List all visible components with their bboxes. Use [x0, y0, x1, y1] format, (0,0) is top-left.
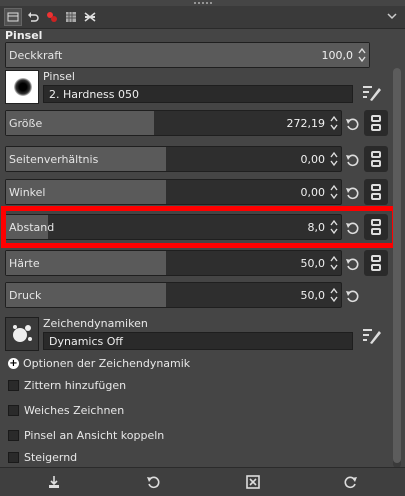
grip-dots-icon [193, 1, 213, 5]
dynamics-name-field[interactable]: Dynamics Off [43, 332, 353, 350]
aspect-value: 0,00 [300, 153, 326, 166]
opacity-slider[interactable]: Deckkraft 100,0 [5, 42, 370, 68]
save-options-icon[interactable] [44, 472, 64, 492]
reset-options-icon[interactable] [341, 472, 361, 492]
edit-dynamics-icon[interactable] [361, 325, 383, 347]
lock-view-label: Pinsel an Ansicht koppeln [24, 428, 165, 442]
angle-chain-icon[interactable] [364, 179, 388, 205]
force-spin-icon[interactable] [329, 285, 339, 305]
dynamics-preview-icon[interactable] [5, 317, 39, 351]
jitter-checkbox-box [8, 379, 19, 391]
size-value: 272,19 [286, 117, 326, 130]
hardness-spin-icon[interactable] [329, 253, 339, 273]
tab-menu-icon[interactable] [385, 9, 399, 23]
opacity-label: Deckkraft [9, 49, 63, 62]
hardness-slider[interactable]: Härte 50,0 [5, 250, 342, 276]
aspect-spin-icon[interactable] [329, 149, 339, 169]
incremental-label: Steigernd [24, 450, 78, 464]
size-chain-icon[interactable] [364, 110, 388, 136]
brushes-tab-icon[interactable] [43, 8, 61, 26]
patterns-tab-icon[interactable] [62, 8, 80, 26]
dynamics-options-expander[interactable]: + Optionen der Zeichendynamik [8, 355, 190, 371]
hardness-chain-icon[interactable] [364, 250, 388, 276]
tool-options-tab-icon[interactable] [4, 8, 22, 26]
dock-tab-bar [0, 6, 405, 29]
incremental-checkbox-box [8, 451, 19, 463]
smooth-checkbox[interactable]: Weiches Zeichnen [8, 402, 124, 418]
aspect-chain-icon[interactable] [364, 146, 388, 172]
dynamics-selector: Zeichendynamiken Dynamics Off [5, 315, 370, 355]
force-value: 50,0 [300, 289, 326, 302]
force-label: Druck [9, 289, 42, 302]
brush-selector: Pinsel 2. Hardness 050 [5, 68, 370, 108]
scrollbar-thumb[interactable] [393, 68, 401, 463]
hardness-value: 50,0 [300, 257, 326, 270]
angle-label: Winkel [9, 186, 46, 199]
opacity-spin-icon[interactable] [357, 45, 367, 65]
edit-brush-icon[interactable] [361, 82, 383, 104]
aspect-label: Seitenverhältnis [9, 153, 99, 166]
delete-options-icon[interactable] [243, 472, 263, 492]
angle-value: 0,00 [300, 186, 326, 199]
hardness-reset-icon[interactable] [343, 255, 361, 273]
force-reset-icon[interactable] [343, 287, 361, 305]
incremental-checkbox[interactable]: Steigernd [8, 449, 77, 465]
spacing-highlight-box [1, 206, 397, 248]
aspect-slider[interactable]: Seitenverhältnis 0,00 [5, 146, 342, 172]
dynamics-options-label: Optionen der Zeichendynamik [23, 356, 191, 370]
smooth-label: Weiches Zeichnen [24, 403, 125, 417]
restore-options-icon[interactable] [143, 472, 163, 492]
footer-toolbar [0, 467, 405, 496]
opacity-value: 100,0 [321, 49, 354, 62]
panel-title: Pinsel [5, 29, 43, 42]
size-reset-icon[interactable] [343, 115, 361, 133]
undo-history-tab-icon[interactable] [24, 8, 42, 26]
dynamics-label: Zeichendynamiken [43, 317, 148, 330]
angle-reset-icon[interactable] [343, 184, 361, 202]
lock-view-checkbox[interactable]: Pinsel an Ansicht koppeln [8, 427, 164, 443]
lock-view-checkbox-box [8, 429, 19, 441]
brush-name-field[interactable]: 2. Hardness 050 [43, 85, 353, 103]
vertical-scrollbar[interactable] [393, 68, 401, 468]
brush-preview[interactable] [5, 70, 39, 104]
jitter-label: Zittern hinzufügen [24, 378, 127, 392]
size-label: Größe [9, 117, 43, 130]
expand-plus-icon: + [8, 357, 19, 369]
angle-slider[interactable]: Winkel 0,00 [5, 179, 342, 205]
size-slider[interactable]: Größe 272,19 [5, 110, 342, 136]
brush-label: Pinsel [43, 70, 75, 83]
jitter-checkbox[interactable]: Zittern hinzufügen [8, 377, 126, 393]
smooth-checkbox-box [8, 404, 19, 416]
gradients-tab-icon[interactable] [81, 8, 99, 26]
aspect-reset-icon[interactable] [343, 151, 361, 169]
force-slider[interactable]: Druck 50,0 [5, 282, 342, 308]
hardness-label: Härte [9, 257, 40, 270]
angle-spin-icon[interactable] [329, 182, 339, 202]
size-spin-icon[interactable] [329, 113, 339, 133]
